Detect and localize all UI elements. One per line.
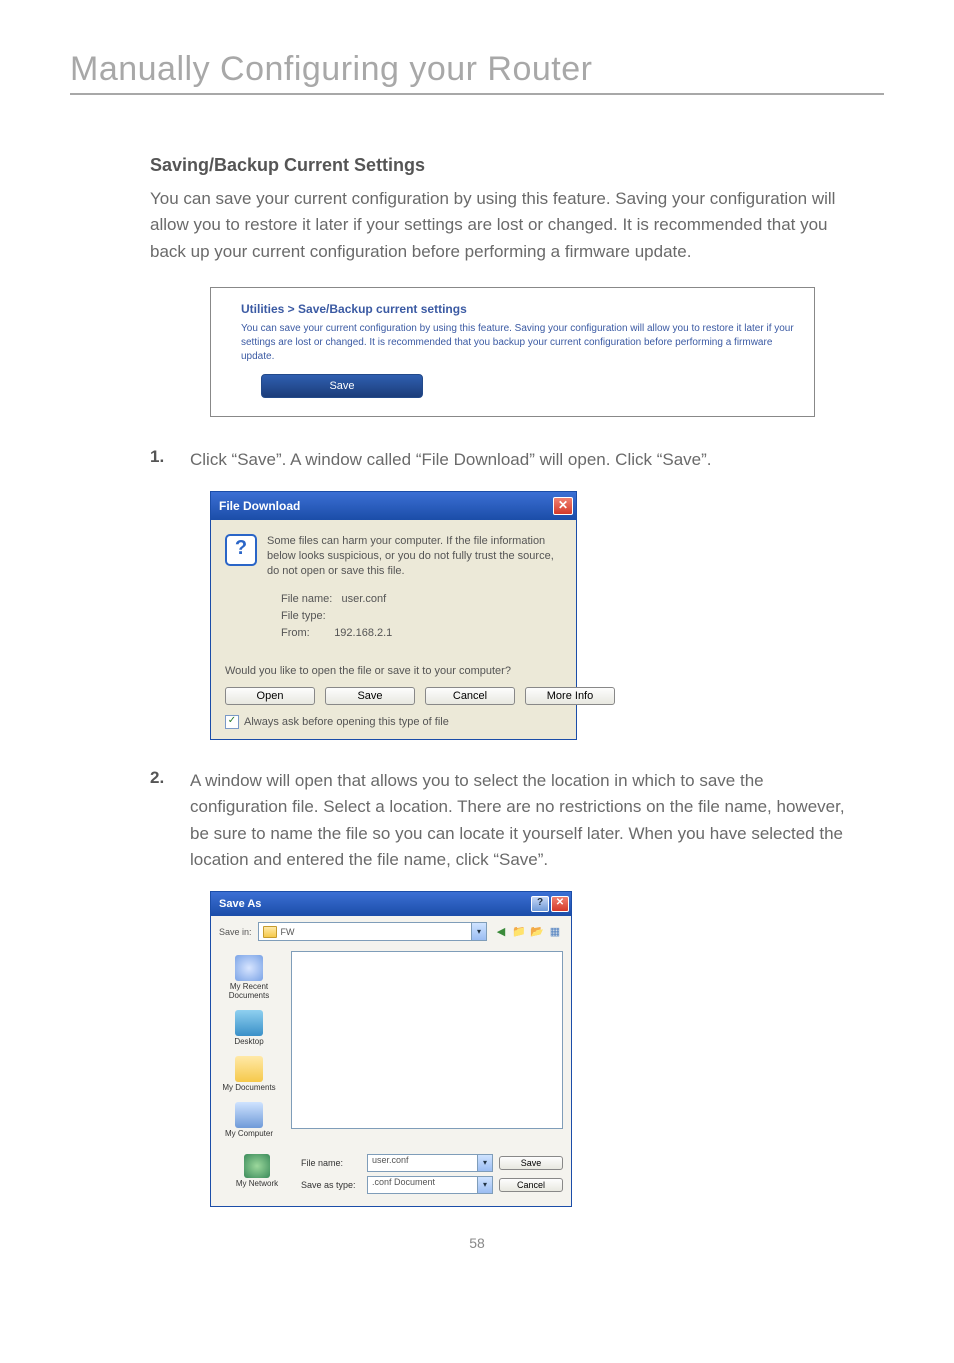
more-info-button[interactable]: More Info — [525, 687, 615, 705]
always-ask-label: Always ask before opening this type of f… — [244, 716, 449, 728]
places-bar: My Recent Documents Desktop My Documents… — [211, 947, 287, 1148]
file-name-label: File name: — [281, 593, 332, 605]
recent-icon — [235, 955, 263, 981]
file-type-label: File type: — [281, 610, 326, 622]
save-button[interactable]: Save — [499, 1156, 563, 1170]
step-1-text: Click “Save”. A window called “File Down… — [190, 447, 854, 473]
computer-icon — [235, 1102, 263, 1128]
up-folder-icon[interactable]: 📁 — [511, 924, 527, 940]
step-1-number: 1. — [150, 447, 170, 473]
cancel-button[interactable]: Cancel — [499, 1178, 563, 1192]
back-icon[interactable]: ◀ — [493, 924, 509, 940]
desktop-icon — [235, 1010, 263, 1036]
file-download-prompt: Would you like to open the file or save … — [225, 665, 562, 677]
section-intro: You can save your current configuration … — [150, 186, 854, 265]
close-icon[interactable]: ✕ — [553, 497, 573, 515]
title-rule — [70, 93, 884, 95]
cancel-button[interactable]: Cancel — [425, 687, 515, 705]
save-as-title: Save As — [219, 898, 261, 910]
network-icon — [244, 1154, 270, 1178]
file-name-input[interactable]: user.conf ▾ — [367, 1154, 493, 1172]
save-in-dropdown[interactable]: FW ▾ — [258, 922, 487, 941]
from-label: From: — [281, 627, 310, 639]
chevron-down-icon[interactable]: ▾ — [477, 1177, 492, 1193]
utilities-title: Utilities > Save/Backup current settings — [241, 302, 796, 316]
views-icon[interactable]: ▦ — [547, 924, 563, 940]
save-as-type-dropdown[interactable]: .conf Document ▾ — [367, 1176, 493, 1194]
open-button[interactable]: Open — [225, 687, 315, 705]
chevron-down-icon[interactable]: ▾ — [471, 923, 486, 940]
new-folder-icon[interactable]: 📂 — [529, 924, 545, 940]
place-desktop[interactable]: Desktop — [211, 1006, 287, 1052]
page-number: 58 — [70, 1235, 884, 1251]
from-value: 192.168.2.1 — [334, 627, 392, 639]
help-icon[interactable]: ? — [531, 896, 549, 912]
page-title: Manually Configuring your Router — [70, 50, 884, 89]
file-name-value: user.conf — [342, 593, 387, 605]
save-button[interactable]: Save — [261, 374, 423, 398]
documents-icon — [235, 1056, 263, 1082]
question-icon: ? — [225, 534, 257, 566]
close-icon[interactable]: ✕ — [551, 896, 569, 912]
step-2-text: A window will open that allows you to se… — [190, 768, 854, 873]
place-my-network[interactable]: My Network — [219, 1154, 295, 1194]
save-in-label: Save in: — [219, 927, 252, 937]
file-download-dialog: File Download ✕ ? Some files can harm yo… — [210, 491, 577, 740]
file-list-area[interactable] — [291, 951, 563, 1129]
file-download-title: File Download — [219, 499, 300, 513]
save-button[interactable]: Save — [325, 687, 415, 705]
place-recent[interactable]: My Recent Documents — [211, 951, 287, 1006]
file-name-label: File name: — [301, 1158, 361, 1168]
save-in-value: FW — [281, 927, 295, 937]
folder-icon — [263, 926, 277, 938]
utilities-panel: Utilities > Save/Backup current settings… — [210, 287, 815, 417]
place-my-computer[interactable]: My Computer — [211, 1098, 287, 1144]
chevron-down-icon[interactable]: ▾ — [477, 1155, 492, 1171]
save-as-type-label: Save as type: — [301, 1180, 361, 1190]
place-my-documents[interactable]: My Documents — [211, 1052, 287, 1098]
utilities-desc: You can save your current configuration … — [241, 322, 796, 364]
section-heading: Saving/Backup Current Settings — [150, 155, 854, 176]
always-ask-checkbox[interactable]: ✓ — [225, 715, 239, 729]
file-download-message: Some files can harm your computer. If th… — [267, 534, 562, 579]
save-as-dialog: Save As ? ✕ Save in: FW ▾ ◀ 📁 📂 ▦ — [210, 891, 572, 1207]
step-2-number: 2. — [150, 768, 170, 873]
